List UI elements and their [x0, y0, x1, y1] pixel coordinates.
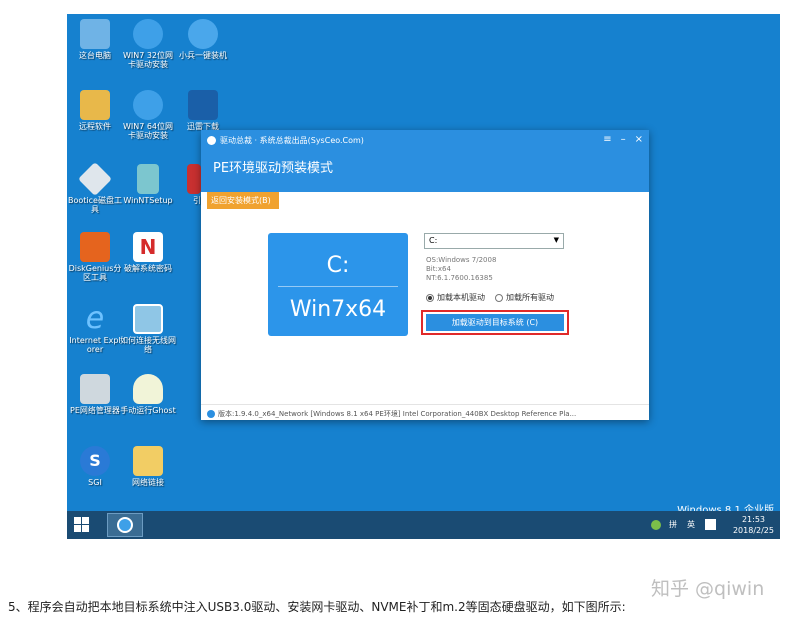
- drive-letter: C:: [326, 253, 350, 278]
- radio-load-all[interactable]: 加载所有驱动: [495, 292, 554, 303]
- tray-ime-pinyin[interactable]: 拼: [669, 519, 677, 530]
- gear-icon: [133, 19, 163, 49]
- clock-date: 2018/2/25: [732, 526, 774, 535]
- desktop-icon-label: 手动运行Ghost: [120, 406, 176, 415]
- radio-unchecked-icon: [495, 293, 503, 302]
- desktop-icon-installer[interactable]: 小兵一键装机: [175, 19, 231, 60]
- desktop-icon-ie[interactable]: e Internet Explorer: [67, 301, 123, 355]
- clock-time: 21:53: [741, 515, 766, 524]
- close-button[interactable]: ×: [635, 134, 643, 145]
- thunder-icon: [188, 90, 218, 120]
- desktop-icon-label: Internet Explorer: [69, 336, 121, 354]
- version-icon: [207, 410, 215, 418]
- inject-drivers-button[interactable]: 加载驱动到目标系统 (C): [426, 314, 564, 331]
- brand-watermark: 知乎 @qiwin: [651, 578, 765, 600]
- desktop-icon-diskgenius[interactable]: DiskGenius分区工具: [67, 232, 123, 282]
- tile-divider: [278, 286, 398, 287]
- radio-load-local-label: 加载本机驱动: [437, 293, 485, 302]
- window-controls: ≡ – ×: [603, 134, 643, 145]
- desktop-icon-label: SGI: [88, 478, 102, 487]
- ie-icon: e: [85, 301, 105, 336]
- status-text: 版本:1.9.4.0_x64_Network [Windows 8.1 x64 …: [218, 410, 577, 418]
- app-icon: [187, 164, 201, 194]
- taskbar: 拼 英 21:53 2018/2/25: [67, 511, 780, 539]
- drive-select-value: C:: [429, 236, 438, 245]
- drive-tile: C: Win7x64: [268, 233, 408, 336]
- desktop: 这台电脑 WIN7 32位网卡驱动安装 小兵一键装机 远程软件 WIN7 64位…: [67, 14, 780, 539]
- minimize-button[interactable]: –: [621, 134, 626, 145]
- password-icon: N: [133, 232, 163, 262]
- desktop-icon-this-pc[interactable]: 这台电脑: [67, 19, 123, 60]
- tray-m-icon[interactable]: [705, 519, 716, 530]
- remote-icon: [80, 90, 110, 120]
- menu-button[interactable]: ≡: [603, 134, 611, 145]
- taskbar-clock[interactable]: 21:53 2018/2/25: [733, 514, 774, 536]
- desktop-icon-label: PE网络管理器: [70, 406, 120, 415]
- desktop-icon-thunder[interactable]: 迅雷下载: [175, 90, 231, 131]
- desktop-icon-win7-64-nic[interactable]: WIN7 64位网卡驱动安装: [120, 90, 176, 140]
- taskbar-item-driver[interactable]: [107, 513, 143, 537]
- desktop-icon-remote[interactable]: 远程软件: [67, 90, 123, 131]
- radio-load-local[interactable]: 加载本机驱动: [426, 292, 485, 303]
- diskgenius-icon: [80, 232, 110, 262]
- ghost-icon: [133, 374, 163, 404]
- start-button[interactable]: [74, 517, 90, 533]
- folder-icon: [133, 446, 163, 476]
- window-heading: PE环境驱动预装模式: [213, 161, 334, 176]
- desktop-icon-label: 引: [193, 196, 201, 205]
- desktop-icon-label: DiskGenius分区工具: [68, 264, 122, 282]
- desktop-icon-sgi[interactable]: S SGI: [67, 446, 123, 487]
- desktop-icon-label: 破解系统密码: [124, 264, 172, 273]
- os-info-line: OS:Windows 7/2008: [426, 256, 497, 264]
- gear-icon: [133, 90, 163, 120]
- os-info-line: NT:6.1.7600.16385: [426, 274, 493, 282]
- network-icon: [80, 374, 110, 404]
- wifi-image-icon: [133, 304, 163, 334]
- desktop-icon-label: 小兵一键装机: [179, 51, 227, 60]
- desktop-icon-network-link[interactable]: 网络链接: [120, 446, 176, 487]
- desktop-icon-label: 远程软件: [79, 122, 111, 131]
- installer-icon: [188, 19, 218, 49]
- status-bar: 版本:1.9.4.0_x64_Network [Windows 8.1 x64 …: [201, 404, 649, 420]
- desktop-icon-winntsetup[interactable]: WinNTSetup: [120, 164, 176, 205]
- network-tray-icon[interactable]: [651, 520, 661, 530]
- desktop-icon-label: WinNTSetup: [123, 196, 173, 205]
- windows-logo-icon: [74, 517, 81, 524]
- desktop-icon-ghost[interactable]: 手动运行Ghost: [120, 374, 176, 415]
- disk-icon: [78, 162, 112, 196]
- window-title: 驱动总裁 · 系统总裁出品(SysCeo.Com): [220, 135, 364, 145]
- window-titlebar[interactable]: 驱动总裁 · 系统总裁出品(SysCeo.Com): [201, 130, 649, 150]
- window-header: 驱动总裁 · 系统总裁出品(SysCeo.Com) ≡ – × PE环境驱动预装…: [201, 130, 649, 192]
- desktop-icon-wifi-guide[interactable]: 如何连接无线网络: [120, 304, 176, 354]
- desktop-icon-bootice[interactable]: Bootice磁盘工具: [67, 162, 123, 214]
- radio-load-all-label: 加载所有驱动: [506, 293, 554, 302]
- setup-icon: [137, 164, 159, 194]
- app-logo-icon: [207, 135, 216, 145]
- radio-checked-icon: [426, 293, 434, 302]
- desktop-icon-label: WIN7 64位网卡驱动安装: [122, 122, 174, 140]
- driver-app-icon: [117, 517, 133, 533]
- computer-icon: [80, 19, 110, 49]
- desktop-icon-label: 这台电脑: [79, 51, 111, 60]
- sgi-icon: S: [80, 446, 110, 476]
- return-install-mode-tab[interactable]: 返回安装模式(B): [207, 192, 279, 209]
- driver-mode-radios: 加载本机驱动 加载所有驱动: [426, 292, 554, 303]
- desktop-icon-label: 网络链接: [132, 478, 164, 487]
- driver-window: 驱动总裁 · 系统总裁出品(SysCeo.Com) ≡ – × PE环境驱动预装…: [201, 130, 649, 420]
- desktop-icon-label: 如何连接无线网络: [120, 336, 176, 354]
- drive-select[interactable]: C: ▼: [424, 233, 564, 249]
- tray-ime-english[interactable]: 英: [687, 519, 695, 530]
- drive-os-label: Win7x64: [289, 297, 387, 322]
- os-info-line: Bit:x64: [426, 265, 451, 273]
- chevron-down-icon: ▼: [553, 236, 559, 244]
- article-caption: 5、程序会自动把本地目标系统中注入USB3.0驱动、安装网卡驱动、NVME补丁和…: [8, 600, 626, 614]
- desktop-icon-label: Bootice磁盘工具: [68, 196, 122, 214]
- desktop-icon-pe-network[interactable]: PE网络管理器: [67, 374, 123, 415]
- desktop-icon-password[interactable]: N 破解系统密码: [120, 232, 176, 273]
- desktop-icon-app[interactable]: 引: [175, 164, 201, 205]
- desktop-icon-win7-32-nic[interactable]: WIN7 32位网卡驱动安装: [120, 19, 176, 69]
- desktop-icon-label: WIN7 32位网卡驱动安装: [122, 51, 174, 69]
